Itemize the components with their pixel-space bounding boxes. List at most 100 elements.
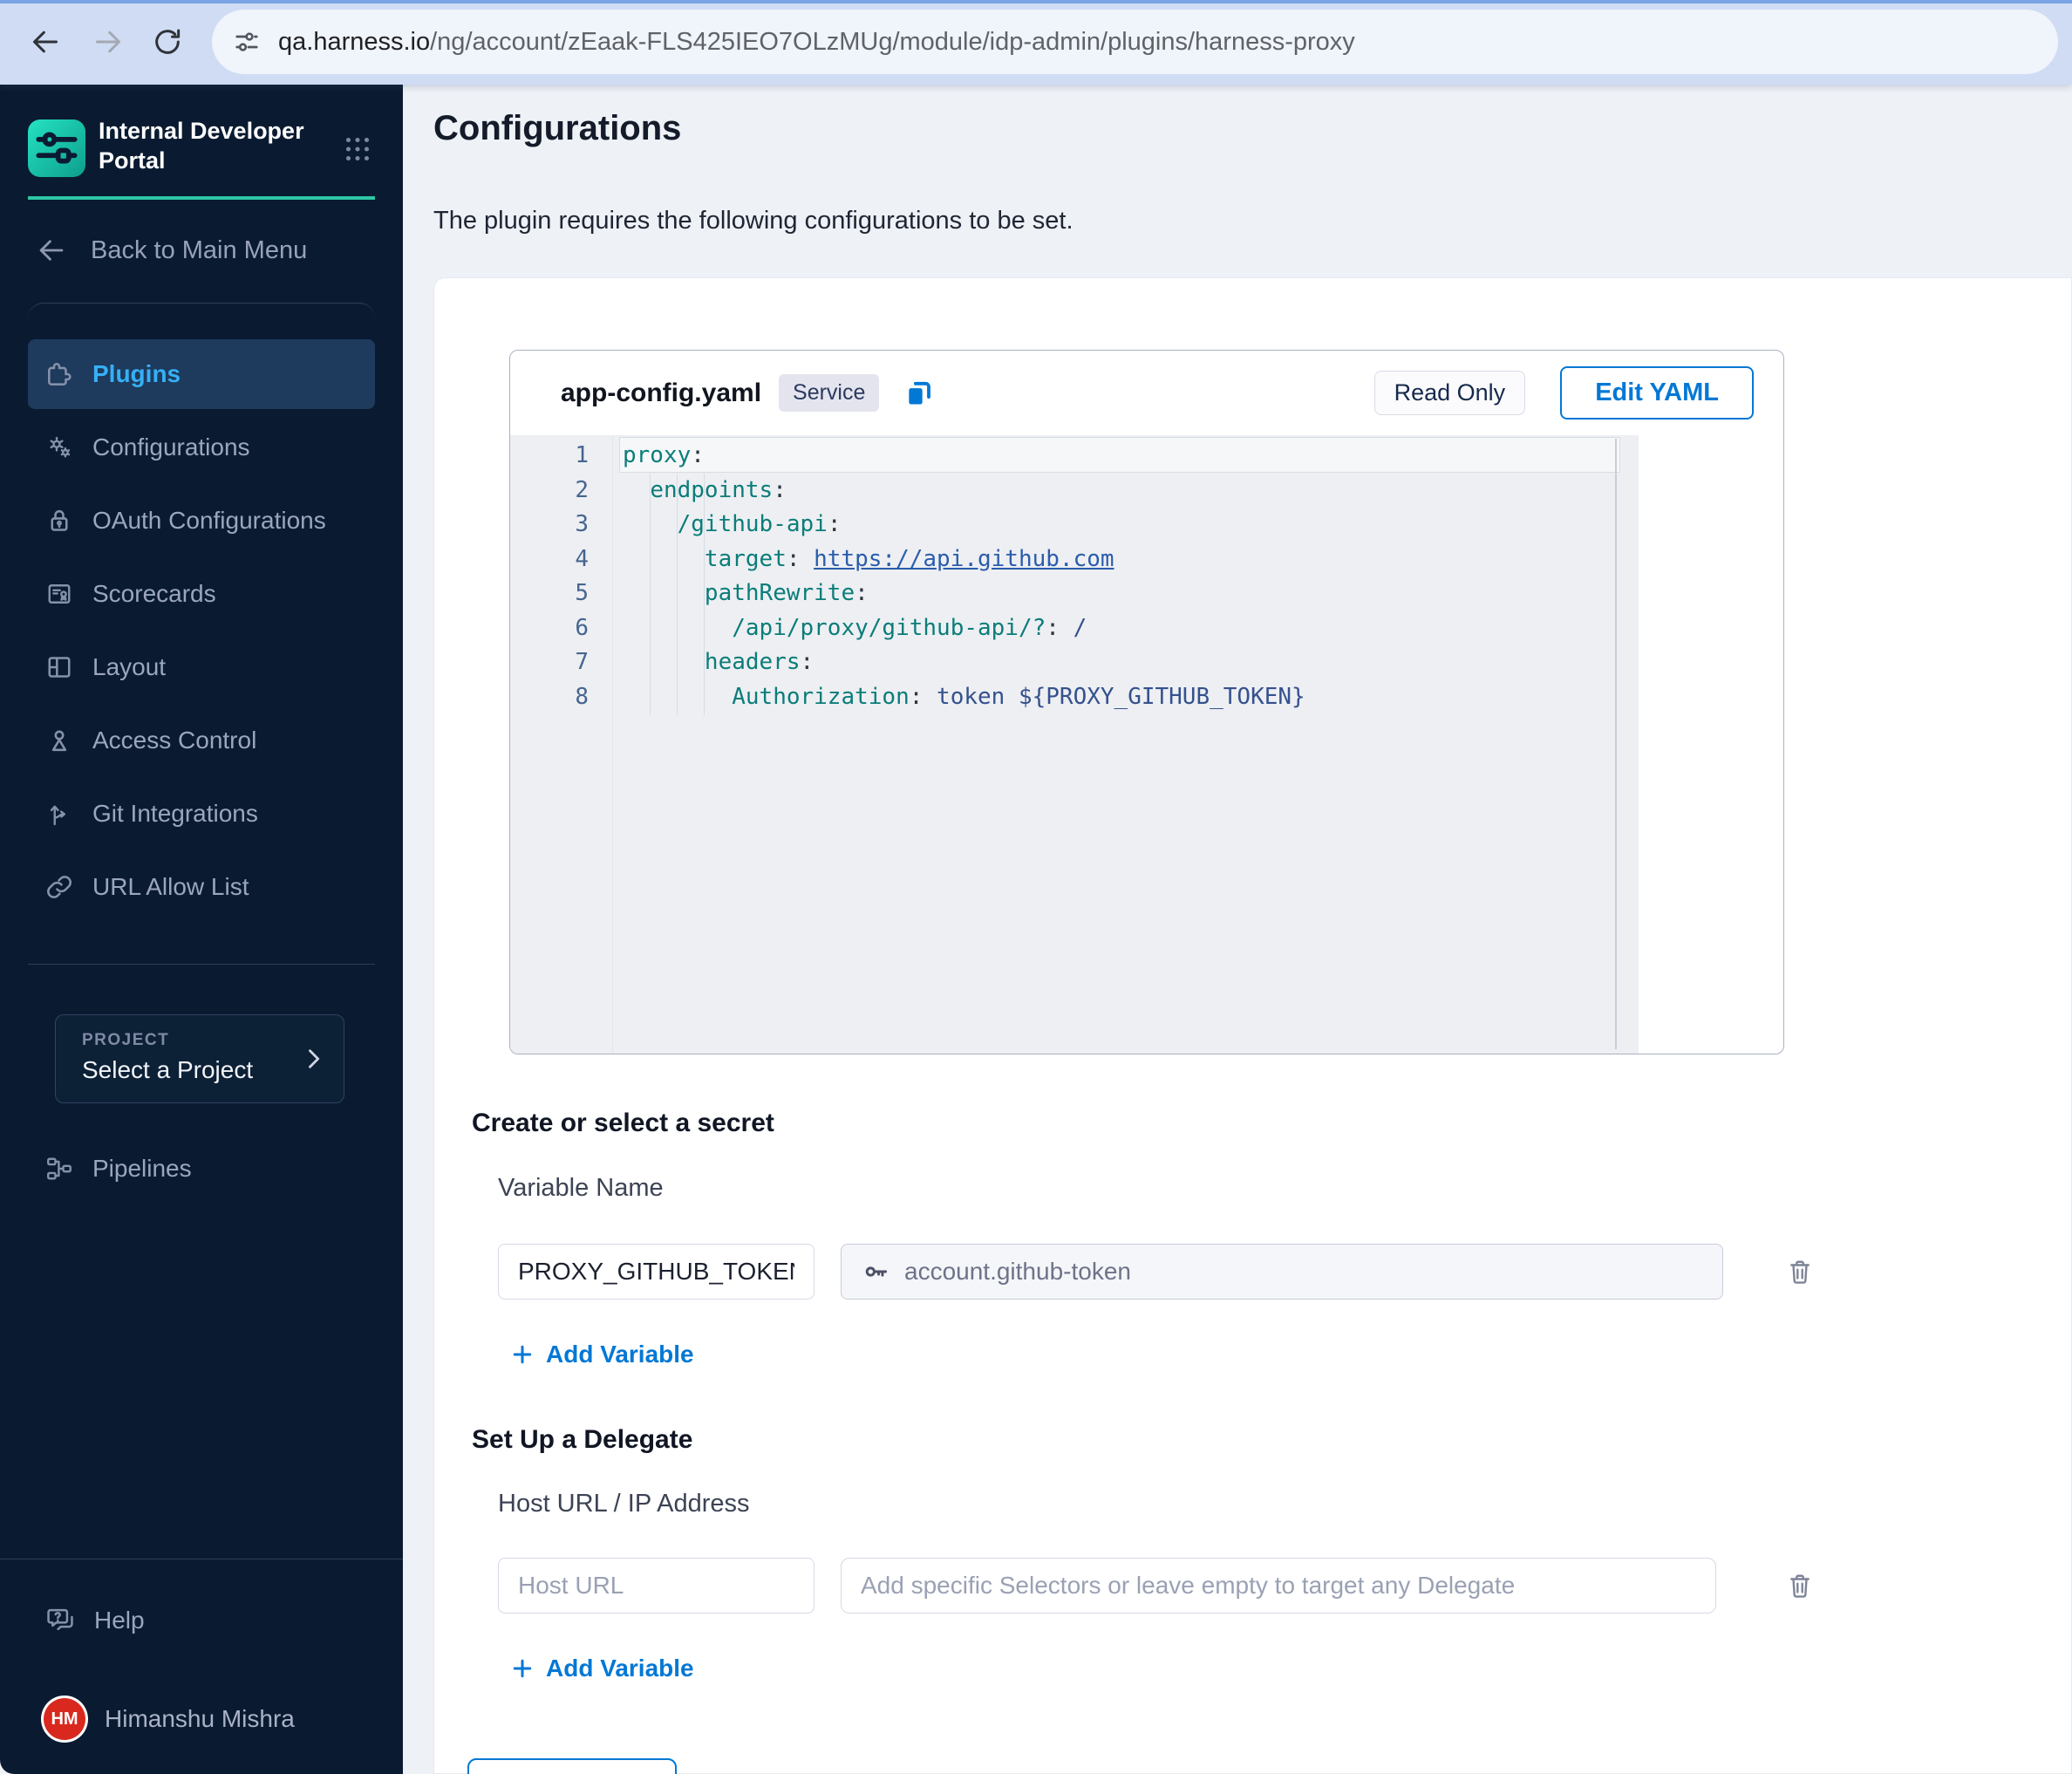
delegate-selectors-input[interactable] <box>841 1558 1716 1614</box>
sidebar-item-label: Plugins <box>92 360 181 387</box>
project-selector[interactable]: PROJECT Select a Project <box>55 1014 344 1103</box>
sidebar: Internal Developer Portal Back to Main M… <box>0 85 403 1774</box>
variable-name-input[interactable] <box>498 1244 814 1300</box>
page-subtitle: The plugin requires the following config… <box>433 207 1073 235</box>
code-line: /api/proxy/github-api/?: / <box>732 614 1087 641</box>
app-window: qa.harness.io/ng/account/zEaak-FLS425IEO… <box>0 0 2072 1774</box>
edit-yaml-button[interactable]: Edit YAML <box>1560 366 1754 420</box>
code-line: endpoints: <box>650 476 787 503</box>
sidebar-item-url-allow-list[interactable]: URL Allow List <box>28 852 375 922</box>
plus-icon <box>509 1655 535 1682</box>
sidebar-item-pipelines[interactable]: Pipelines <box>28 1134 375 1204</box>
sidebar-item-label: Git Integrations <box>92 800 258 827</box>
sidebar-item-label: Configurations <box>92 433 250 461</box>
url-path: /ng/account/zEaak-FLS425IEO7OLzMUg/modul… <box>430 27 1355 56</box>
host-url-label: Host URL / IP Address <box>498 1490 750 1518</box>
line-number: 1 <box>575 442 589 468</box>
pipeline-icon <box>44 1153 75 1184</box>
user-name: Himanshu Mishra <box>105 1705 295 1732</box>
url-host: qa.harness.io <box>278 27 431 56</box>
browser-forward-icon[interactable] <box>91 24 126 59</box>
sidebar-item-label: Scorecards <box>92 580 216 607</box>
line-number: 8 <box>575 683 589 710</box>
code-line: proxy: <box>623 442 705 468</box>
sidebar-item-access-control[interactable]: Access Control <box>28 706 375 775</box>
sidebar-item-oauth-configurations[interactable]: OAuth Configurations <box>28 486 375 556</box>
sidebar-divider <box>28 964 375 965</box>
sidebar-item-layout[interactable]: Layout <box>28 632 375 702</box>
line-number: 6 <box>575 614 589 641</box>
git-branch-icon <box>44 798 75 829</box>
lock-icon <box>44 505 75 536</box>
variable-name-label: Variable Name <box>498 1174 664 1202</box>
person-icon <box>44 725 75 756</box>
gutter-separator <box>612 435 613 1054</box>
puzzle-icon <box>44 358 75 390</box>
gears-icon <box>44 432 75 463</box>
read-only-badge: Read Only <box>1373 371 1526 415</box>
browser-back-icon[interactable] <box>28 24 63 59</box>
sidebar-item-label: OAuth Configurations <box>92 507 326 534</box>
line-number: 2 <box>575 476 589 503</box>
sidebar-item-git-integrations[interactable]: Git Integrations <box>28 779 375 849</box>
sidebar-item-plugins[interactable]: Plugins <box>28 339 375 409</box>
sidebar-item-scorecards[interactable]: Scorecards <box>28 559 375 629</box>
sidebar-item-label: Access Control <box>92 727 257 754</box>
content-panel: app-config.yaml Service Read Only Edit Y… <box>433 277 2072 1774</box>
back-to-main-menu-label: Back to Main Menu <box>91 235 308 264</box>
brand-title-line2: Portal <box>99 147 166 174</box>
delegate-section-heading: Set Up a Delegate <box>472 1425 693 1454</box>
user-menu[interactable]: HM Himanshu Mishra <box>28 1684 394 1754</box>
yaml-editor[interactable]: 1 2 3 4 5 6 7 8 proxy: endpoints: /github-api: … <box>510 435 1639 1054</box>
line-number: 5 <box>575 580 589 606</box>
add-variable-button-secret[interactable]: Add Variable <box>509 1341 694 1368</box>
idp-logo-icon[interactable] <box>28 119 85 177</box>
sidebar-item-configurations[interactable]: Configurations <box>28 413 375 482</box>
sidebar-item-label: URL Allow List <box>92 873 249 900</box>
sidebar-item-label: Layout <box>92 653 167 680</box>
add-variable-label: Add Variable <box>546 1341 694 1368</box>
add-variable-button-delegate[interactable]: Add Variable <box>509 1655 694 1682</box>
plus-icon <box>509 1341 535 1368</box>
brand-accent-rule <box>28 196 375 200</box>
module-grid-icon[interactable] <box>342 133 373 165</box>
code-lines: proxy: endpoints: /github-api: target: h… <box>623 439 1639 714</box>
key-icon <box>862 1258 890 1286</box>
code-line: headers: <box>704 649 814 675</box>
secret-reference-field[interactable]: account.github-token <box>841 1244 1723 1300</box>
service-badge: Service <box>779 374 880 412</box>
url-text: qa.harness.io/ng/account/zEaak-FLS425IEO… <box>278 28 1355 57</box>
yaml-filename: app-config.yaml <box>561 378 762 407</box>
code-line: target: https://api.github.com <box>704 545 1114 572</box>
host-url-input[interactable] <box>498 1558 814 1614</box>
code-gutter: 1 2 3 4 5 6 7 8 <box>510 439 589 714</box>
line-number: 7 <box>575 649 589 675</box>
brand-title: Internal Developer Portal <box>99 116 334 175</box>
delete-variable-icon[interactable] <box>1784 1256 1816 1287</box>
chevron-right-icon <box>298 1044 328 1074</box>
help-button[interactable]: Help <box>28 1586 375 1655</box>
line-number: 3 <box>575 511 589 537</box>
browser-reload-icon[interactable] <box>150 24 185 59</box>
help-label: Help <box>94 1607 145 1634</box>
secret-reference-value: account.github-token <box>904 1258 1131 1285</box>
copy-icon[interactable] <box>902 376 937 411</box>
address-bar[interactable]: qa.harness.io/ng/account/zEaak-FLS425IEO… <box>212 10 2058 74</box>
back-arrow-icon <box>35 234 68 267</box>
browser-chrome: qa.harness.io/ng/account/zEaak-FLS425IEO… <box>0 0 2072 85</box>
window-top-edge <box>0 0 2072 3</box>
line-number: 4 <box>575 545 589 572</box>
link-icon <box>44 871 75 903</box>
pipelines-label: Pipelines <box>92 1155 192 1182</box>
project-selector-label: Select a Project <box>82 1056 254 1083</box>
sidebar-nav: Plugins Configurations OAuth Configuration… <box>28 339 375 925</box>
bottom-cutoff-button[interactable] <box>467 1758 677 1774</box>
nav-section-divider <box>28 303 375 330</box>
scorecard-icon <box>44 578 75 610</box>
yaml-card-header: app-config.yaml Service Read Only Edit Y… <box>510 351 1783 435</box>
code-line: /github-api: <box>677 511 842 537</box>
site-settings-icon[interactable] <box>231 26 262 58</box>
avatar: HM <box>44 1698 85 1740</box>
back-to-main-menu[interactable]: Back to Main Menu <box>35 231 307 270</box>
delete-delegate-row-icon[interactable] <box>1784 1570 1816 1601</box>
